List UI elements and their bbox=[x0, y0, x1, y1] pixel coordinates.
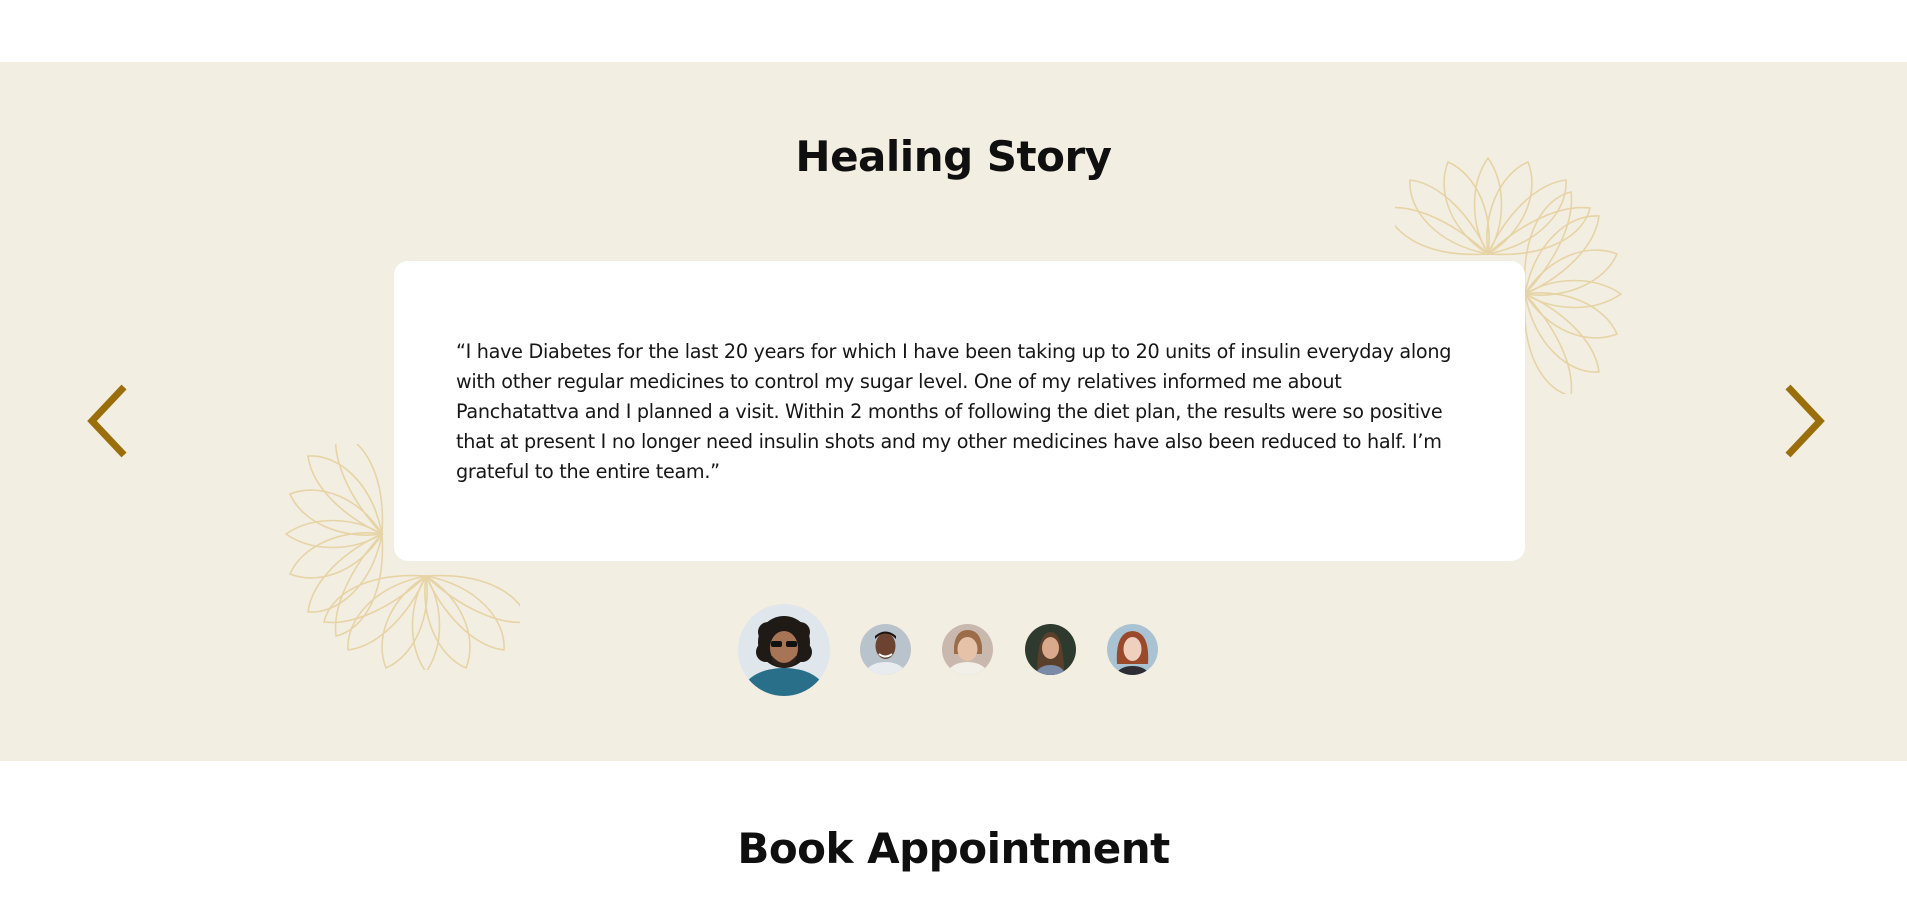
avatar-photo-icon bbox=[1025, 624, 1076, 675]
avatar-item[interactable] bbox=[1025, 624, 1076, 675]
section-title: Healing Story bbox=[795, 132, 1112, 181]
testimonial-text: “I have Diabetes for the last 20 years f… bbox=[456, 340, 1452, 483]
healing-story-section: Healing Story “I have Diabetes for the l… bbox=[0, 62, 1907, 761]
section-title: Book Appointment bbox=[737, 824, 1170, 873]
previous-button[interactable] bbox=[80, 376, 136, 466]
avatar-item[interactable] bbox=[1107, 624, 1158, 675]
avatar-photo-icon bbox=[738, 604, 830, 696]
avatar-selected[interactable] bbox=[738, 604, 830, 696]
chevron-left-icon bbox=[87, 384, 127, 458]
avatar-item[interactable] bbox=[860, 624, 911, 675]
chevron-right-icon bbox=[1785, 384, 1825, 458]
avatar-photo-icon bbox=[1107, 624, 1158, 675]
next-button[interactable] bbox=[1776, 376, 1832, 466]
avatar-photo-icon bbox=[860, 624, 911, 675]
testimonial-card: “I have Diabetes for the last 20 years f… bbox=[394, 261, 1525, 561]
avatar-item[interactable] bbox=[942, 624, 993, 675]
avatar-photo-icon bbox=[942, 624, 993, 675]
